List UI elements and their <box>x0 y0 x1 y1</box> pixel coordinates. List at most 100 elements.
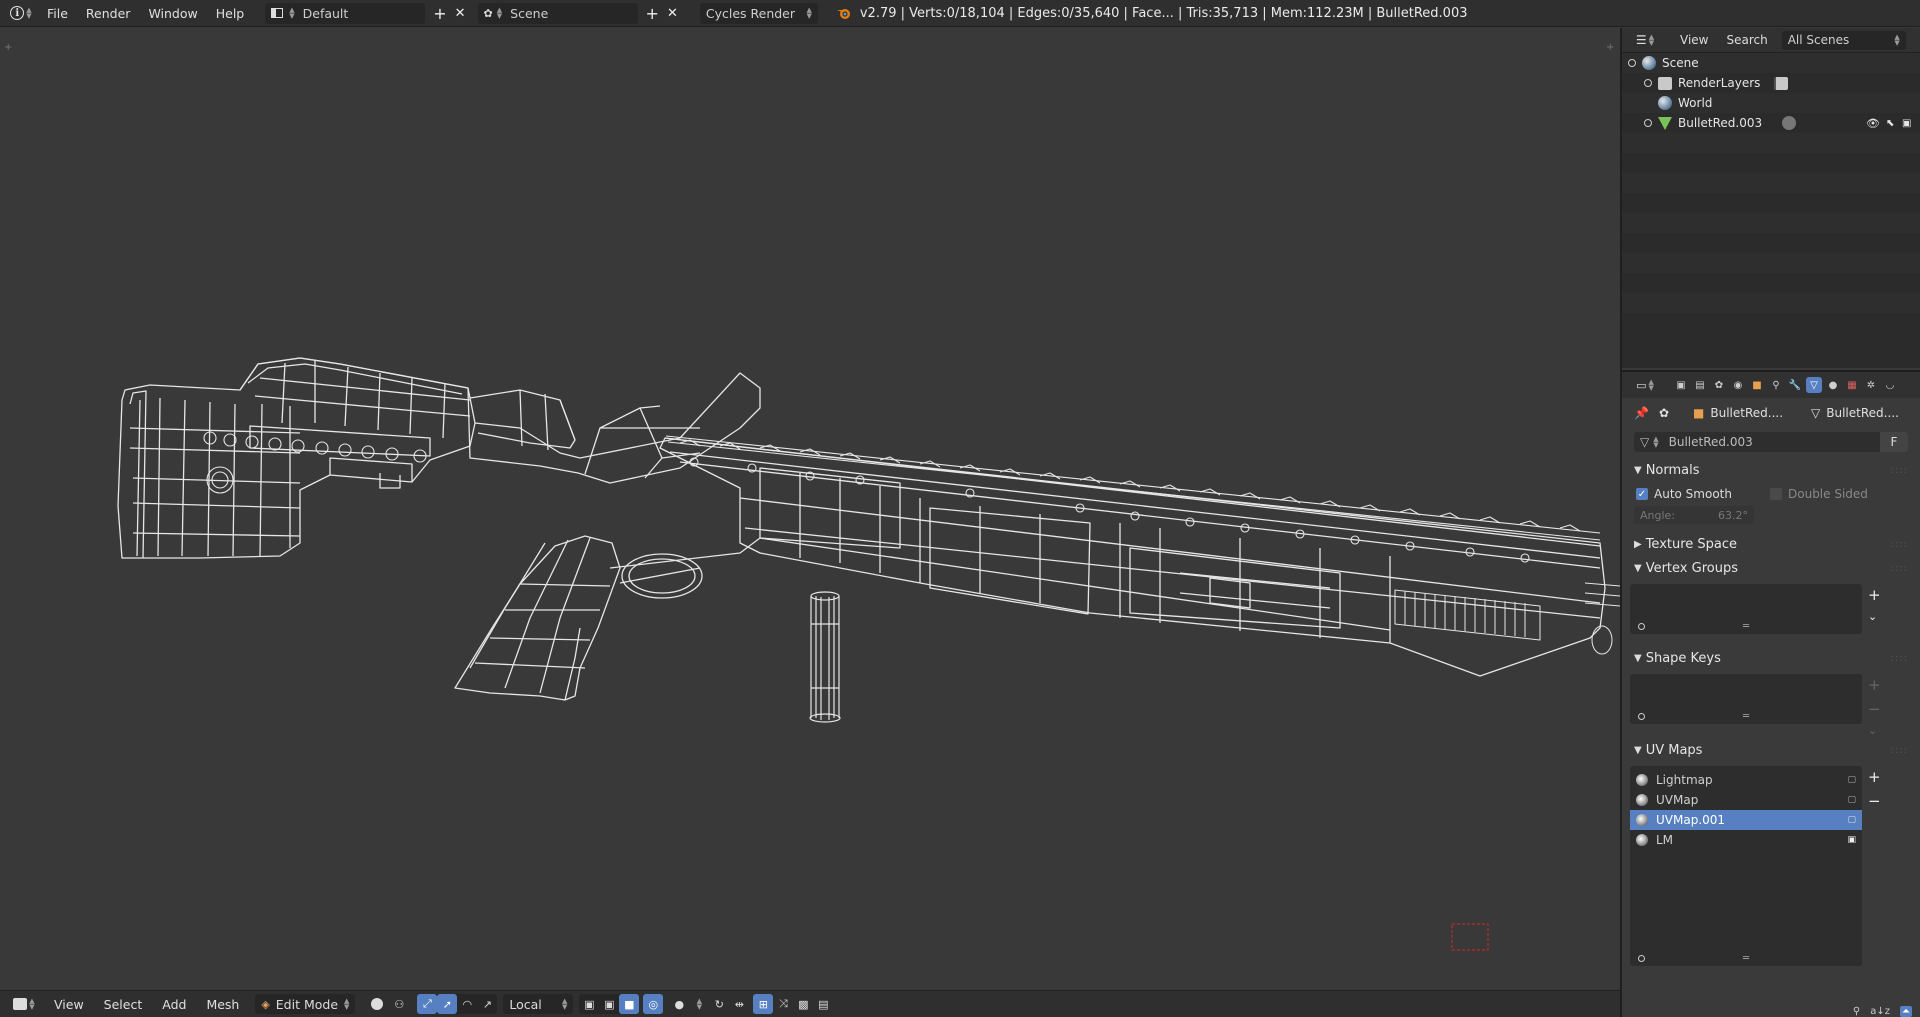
outliner-item-world[interactable]: World <box>1622 93 1920 113</box>
menu-select[interactable]: Select <box>94 997 153 1012</box>
panel-grip-icon[interactable]: :::: <box>1891 653 1908 664</box>
panel-shape-keys-header[interactable]: ▼ Shape Keys :::: <box>1622 646 1920 670</box>
mesh-name-field[interactable]: ▽ ▲ ▼ BulletRed.003 F <box>1634 432 1908 452</box>
panel-grip-icon[interactable]: :::: <box>1891 465 1908 476</box>
edge-select-mode[interactable]: ▣ <box>599 994 619 1014</box>
tab-texture[interactable]: ▦ <box>1844 377 1860 393</box>
outliner-display-mode-selector[interactable]: All Scenes ▲ ▼ <box>1781 30 1906 50</box>
tab-render[interactable]: ▣ <box>1673 377 1689 393</box>
proportional-edit-button[interactable]: ● <box>669 994 689 1014</box>
menu-add[interactable]: Add <box>152 997 196 1012</box>
panel-uv-maps-header[interactable]: ▼ UV Maps :::: <box>1622 738 1920 762</box>
add-vertex-group-button[interactable]: + <box>1868 586 1881 604</box>
auto-smooth-angle-field[interactable]: Angle: 63.2° <box>1634 506 1754 524</box>
tab-scene[interactable]: ✿ <box>1711 377 1727 393</box>
renderable-camera-icon[interactable]: ▣ <box>1902 118 1911 129</box>
sort-reverse-icon[interactable]: ⏶ <box>1900 1006 1912 1017</box>
tab-material[interactable]: ● <box>1825 377 1841 393</box>
active-render-camera-icon[interactable]: ▢ <box>1847 775 1856 785</box>
menu-mesh[interactable]: Mesh <box>196 997 249 1012</box>
rotate-manipulator[interactable]: ◠ <box>457 994 477 1014</box>
panel-grip-icon[interactable]: :::: <box>1891 563 1908 574</box>
selectable-cursor-icon[interactable]: ⬉ <box>1886 118 1894 129</box>
active-render-camera-icon[interactable]: ▢ <box>1847 795 1856 805</box>
menu-help[interactable]: Help <box>207 6 254 21</box>
auto-smooth-checkbox[interactable]: ✓ <box>1636 488 1648 500</box>
fake-user-button[interactable]: F <box>1880 432 1908 452</box>
tab-render-layers[interactable]: ▤ <box>1692 377 1708 393</box>
filter-options-icon[interactable] <box>1638 713 1645 720</box>
pivot-point-button[interactable]: ⚇ <box>389 994 409 1014</box>
scene-selector[interactable]: ✿ ▲ ▼ Scene <box>477 2 638 24</box>
filter-options-icon[interactable] <box>1638 955 1645 962</box>
uv-map-item-selected[interactable]: UVMap.001 ▢ <box>1630 810 1862 830</box>
search-icon[interactable]: ⚲ <box>1853 1006 1860 1017</box>
shape-keys-list[interactable]: ═ <box>1630 674 1862 724</box>
menu-view[interactable]: View <box>44 997 94 1012</box>
sort-alpha-icon[interactable]: a↓z <box>1870 1006 1890 1017</box>
tab-physics[interactable]: ◡ <box>1882 377 1898 393</box>
menu-render[interactable]: Render <box>77 6 140 21</box>
transform-orientation-selector[interactable]: Local ▲ ▼ <box>503 994 574 1014</box>
uv-map-item[interactable]: LM ▣ <box>1630 830 1862 850</box>
outliner-view-menu[interactable]: View <box>1680 33 1708 47</box>
list-resize-handle[interactable]: ═ <box>1743 711 1749 722</box>
delete-screen-button[interactable]: ✕ <box>455 6 466 21</box>
proportional-falloff-button[interactable]: ▲ ▼ <box>689 994 709 1014</box>
limit-selection-toggle[interactable]: ◎ <box>643 994 664 1014</box>
render-engine-selector[interactable]: Cycles Render ▲ ▼ <box>699 2 818 24</box>
active-render-camera-icon[interactable]: ▢ <box>1847 815 1856 825</box>
3d-viewport[interactable]: + + <box>0 28 1620 990</box>
expand-toggle-icon[interactable] <box>1644 79 1652 87</box>
visibility-eye-icon[interactable]: 👁 <box>1866 117 1880 130</box>
editor-type-selector[interactable]: i ▲ ▼ <box>4 3 38 24</box>
vertex-select-mode[interactable]: ▣ <box>579 994 599 1014</box>
editor-type-selector[interactable]: ▲ ▼ <box>4 994 44 1015</box>
uv-map-item[interactable]: Lightmap ▢ <box>1630 770 1862 790</box>
filter-options-icon[interactable] <box>1638 623 1645 630</box>
add-shape-key-button[interactable]: + <box>1868 676 1881 694</box>
panel-grip-icon[interactable]: :::: <box>1891 745 1908 756</box>
specials-menu-button[interactable]: ⌄ <box>1868 724 1881 737</box>
outliner-item-bulletred[interactable]: BulletRed.003 👁 ⬉ ▣ <box>1622 113 1920 133</box>
editor-type-selector[interactable]: ☰ ▲ ▼ <box>1630 30 1660 51</box>
snap-target-button[interactable]: ⊞ <box>753 994 774 1014</box>
uv-map-item[interactable]: UVMap ▢ <box>1630 790 1862 810</box>
menu-file[interactable]: File <box>38 6 77 21</box>
face-select-mode[interactable]: ■ <box>619 994 640 1014</box>
snap-toggle-button[interactable]: ↻ <box>709 994 729 1014</box>
panel-vertex-groups-header[interactable]: ▼ Vertex Groups :::: <box>1622 556 1920 580</box>
pin-icon[interactable]: 📌 <box>1634 406 1649 420</box>
outliner-item-scene[interactable]: Scene <box>1622 53 1920 73</box>
panel-normals-header[interactable]: ▼ Normals :::: <box>1622 458 1920 482</box>
remove-uv-map-button[interactable]: − <box>1868 792 1881 810</box>
snap-element-button[interactable]: ⇹ <box>729 994 749 1014</box>
manipulator-toggle[interactable]: ⤢ <box>417 994 438 1014</box>
add-scene-button[interactable]: + <box>646 4 659 23</box>
specials-menu-button[interactable]: ⌄ <box>1868 610 1881 623</box>
tab-particles[interactable]: ✲ <box>1863 377 1879 393</box>
editor-type-selector[interactable]: ▭ ▲ ▼ <box>1630 375 1660 396</box>
tab-constraints[interactable]: ⚲ <box>1768 377 1784 393</box>
double-sided-checkbox[interactable] <box>1770 488 1782 500</box>
add-uv-map-button[interactable]: + <box>1868 768 1881 786</box>
scale-manipulator[interactable]: ↗ <box>477 994 497 1014</box>
list-resize-handle[interactable]: ═ <box>1743 621 1749 632</box>
snap-align-button[interactable]: ⤨ <box>773 994 793 1014</box>
active-render-camera-icon[interactable]: ▣ <box>1847 835 1856 845</box>
outliner-search-menu[interactable]: Search <box>1726 33 1767 47</box>
tab-object[interactable]: ■ <box>1749 377 1765 393</box>
list-resize-handle[interactable]: ═ <box>1743 953 1749 964</box>
uv-maps-list[interactable]: Lightmap ▢ UVMap ▢ UVMap.001 ▢ LM ▣ ═ <box>1630 766 1862 966</box>
tab-modifiers[interactable]: 🔧 <box>1787 377 1803 393</box>
tab-data[interactable]: ▽ <box>1806 377 1822 393</box>
shading-mode-button[interactable] <box>367 994 387 1014</box>
opengl-anim-button[interactable]: ▤ <box>813 994 833 1014</box>
delete-scene-button[interactable]: ✕ <box>667 6 678 21</box>
expand-toggle-icon[interactable] <box>1628 59 1636 67</box>
translate-manipulator[interactable]: ➚ <box>437 994 458 1014</box>
menu-window[interactable]: Window <box>139 6 206 21</box>
screen-layout-selector[interactable]: ▲ ▼ Default <box>265 2 426 24</box>
interaction-mode-selector[interactable]: ◈ Edit Mode ▲ ▼ <box>255 994 356 1014</box>
outliner-item-renderlayers[interactable]: RenderLayers <box>1622 73 1920 93</box>
